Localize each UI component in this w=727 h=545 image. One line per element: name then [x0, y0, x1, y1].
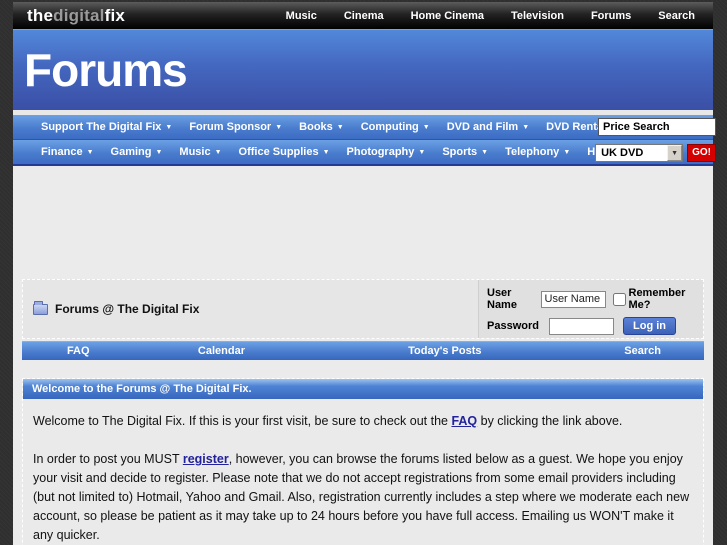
dropdown-arrow-icon: ▼	[422, 124, 430, 131]
login-button[interactable]: Log in	[623, 317, 676, 335]
menu-item[interactable]: Photography ▼	[347, 146, 426, 158]
menu-item[interactable]: Gaming ▼	[111, 146, 163, 158]
dropdown-arrow-icon: ▼	[481, 149, 489, 156]
welcome-body: Welcome to The Digital Fix. If this is y…	[23, 399, 703, 545]
top-nav-link[interactable]: Search	[658, 10, 695, 22]
welcome-header: Welcome to the Forums @ The Digital Fix.	[23, 379, 703, 399]
menu-item[interactable]: Office Supplies ▼	[239, 146, 330, 158]
forum-header-box: Forums @ The Digital Fix User Name Remem…	[22, 279, 704, 339]
page: thedigitalfix Music Cinema Home Cinema Tele…	[13, 2, 716, 545]
site-logo[interactable]: thedigitalfix	[27, 6, 125, 26]
top-nav-link[interactable]: Music	[286, 10, 317, 22]
login-panel: User Name Remember Me? Password Log in	[478, 280, 703, 338]
toolbar-search-link[interactable]: Search	[581, 342, 704, 360]
menu-item[interactable]: Forum Sponsor ▼	[189, 121, 282, 133]
username-field[interactable]	[540, 290, 606, 308]
shop-select[interactable]: UK DVD ▼	[595, 144, 684, 162]
shop-select-value: UK DVD	[601, 147, 644, 159]
welcome-paragraph-1: Welcome to The Digital Fix. If this is y…	[33, 414, 623, 428]
shop-search-group: UK DVD ▼ GO!	[595, 144, 716, 162]
select-arrow-icon[interactable]: ▼	[667, 145, 683, 161]
register-link[interactable]: register	[183, 452, 229, 466]
dropdown-arrow-icon: ▼	[522, 124, 530, 131]
menu-row-2: Finance ▼ Gaming ▼ Music ▼ Office Supplies ▼ Pho…	[13, 140, 716, 166]
dropdown-arrow-icon: ▼	[322, 149, 330, 156]
password-label: Password	[487, 320, 539, 332]
welcome-paragraph-2: In order to post you MUST register, howe…	[33, 452, 690, 542]
menu-item[interactable]: Books ▼	[299, 121, 344, 133]
welcome-box: Welcome to the Forums @ The Digital Fix.…	[22, 378, 704, 545]
price-search-input[interactable]	[598, 118, 716, 136]
top-nav: Music Cinema Home Cinema Television Forums Se…	[286, 10, 695, 22]
username-label: User Name	[487, 287, 517, 311]
menu-item[interactable]: Finance ▼	[41, 146, 94, 158]
dropdown-arrow-icon: ▼	[418, 149, 426, 156]
menu-item[interactable]: Music ▼	[179, 146, 221, 158]
dropdown-arrow-icon: ▼	[563, 149, 571, 156]
top-nav-link[interactable]: Home Cinema	[411, 10, 484, 22]
dropdown-arrow-icon: ▼	[275, 124, 283, 131]
password-field[interactable]	[549, 317, 614, 335]
remember-me-label: Remember Me?	[628, 287, 686, 311]
logo-part-the: the	[27, 5, 54, 25]
remember-me-checkbox[interactable]	[612, 292, 626, 306]
top-bar: thedigitalfix Music Cinema Home Cinema Tele…	[13, 2, 713, 29]
menu-item[interactable]: Computing ▼	[361, 121, 430, 133]
login-row-username: User Name Remember Me?	[487, 287, 697, 311]
page-title: Forums	[24, 44, 188, 96]
folder-icon	[33, 300, 48, 315]
menu-item[interactable]: Support The Digital Fix ▼	[41, 121, 172, 133]
top-nav-link[interactable]: Forums	[591, 10, 631, 22]
dropdown-arrow-icon: ▼	[336, 124, 344, 131]
menu-item[interactable]: DVD and Film ▼	[447, 121, 529, 133]
dropdown-arrow-icon: ▼	[165, 124, 173, 131]
logo-part-digital: digital	[53, 5, 105, 25]
top-nav-link[interactable]: Cinema	[344, 10, 384, 22]
menu-item[interactable]: Sports ▼	[442, 146, 488, 158]
forum-header-left: Forums @ The Digital Fix	[23, 280, 478, 338]
ad-space	[22, 166, 704, 279]
dropdown-arrow-icon: ▼	[155, 149, 163, 156]
go-button[interactable]: GO!	[687, 144, 716, 162]
login-row-password: Password Log in	[487, 317, 697, 335]
menu-row-1: Support The Digital Fix ▼ Forum Sponsor ▼ Bo…	[13, 115, 716, 140]
toolbar-todays-posts-link[interactable]: Today's Posts	[308, 342, 581, 360]
faq-link[interactable]: FAQ	[451, 414, 477, 428]
logo-part-fix: fix	[104, 5, 126, 25]
toolbar-faq-link[interactable]: FAQ	[22, 342, 135, 360]
dropdown-arrow-icon: ▼	[86, 149, 94, 156]
forum-title: Forums @ The Digital Fix	[55, 302, 200, 316]
dropdown-arrow-icon: ▼	[214, 149, 222, 156]
main-content: Forums @ The Digital Fix User Name Remem…	[13, 166, 713, 545]
top-nav-link[interactable]: Television	[511, 10, 564, 22]
forum-toolbar: FAQ Calendar Today's Posts Search	[22, 341, 704, 360]
toolbar-calendar-link[interactable]: Calendar	[135, 342, 309, 360]
menu-item[interactable]: Telephony ▼	[505, 146, 570, 158]
forums-banner: Forums	[13, 29, 713, 110]
remember-me-group: Remember Me?	[612, 287, 698, 311]
